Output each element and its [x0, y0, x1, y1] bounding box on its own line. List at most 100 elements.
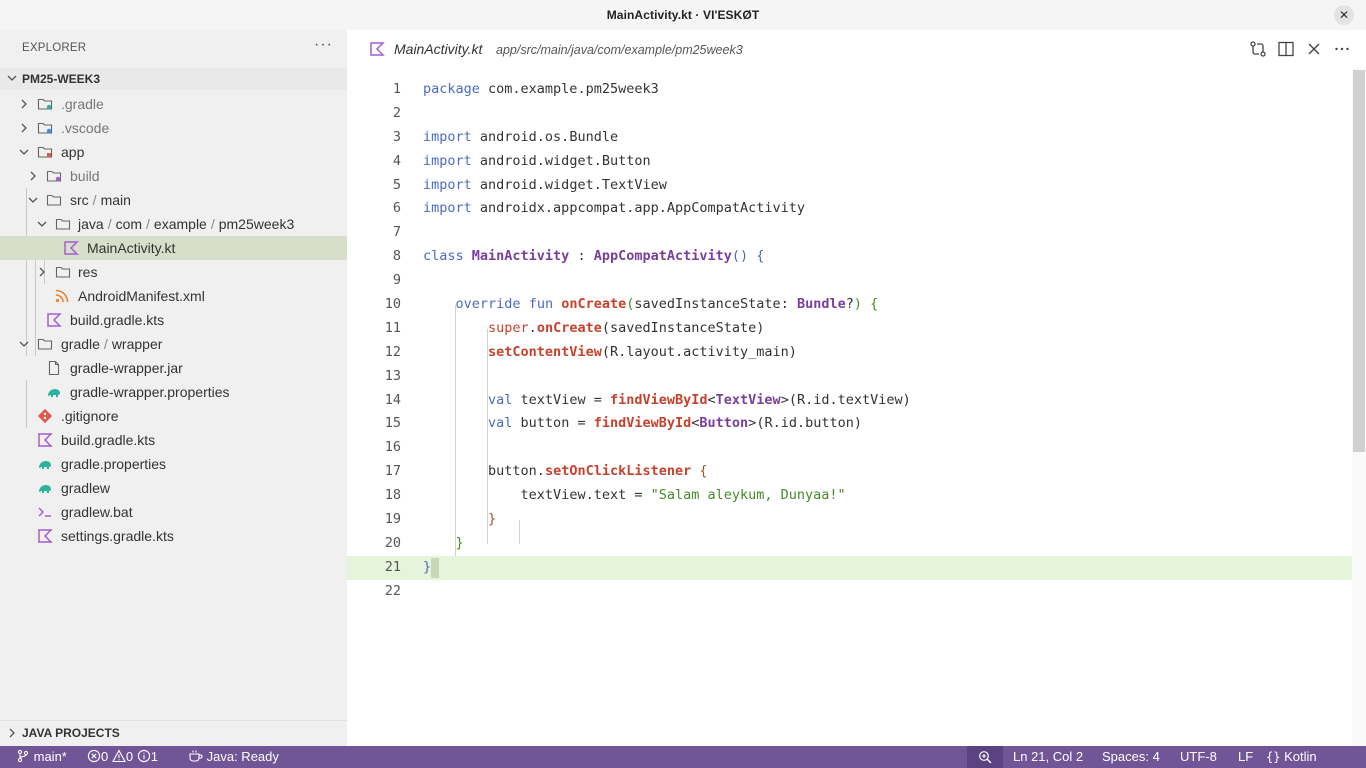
- code-line: 18 textView.text = "Salam aleykum, Dunya…: [384, 487, 846, 504]
- folder-app-icon: [37, 146, 53, 158]
- tree-item-settings-gradle[interactable]: settings.gradle.kts: [0, 524, 347, 548]
- tree-item-app-build-gradle[interactable]: build.gradle.kts: [0, 308, 347, 332]
- chevron-right-icon: [21, 99, 27, 109]
- tree-item-gitignore[interactable]: .gitignore: [0, 404, 347, 428]
- info-icon: [137, 749, 150, 763]
- tree-item-root-build-gradle[interactable]: build.gradle.kts: [0, 428, 347, 452]
- tab-file-name[interactable]: MainActivity.kt: [394, 41, 482, 57]
- language-mode[interactable]: {} Kotlin: [1266, 749, 1317, 764]
- tree-item-mainactivity-file[interactable]: MainActivity.kt: [0, 236, 347, 260]
- tree-item-label: gradle.properties: [61, 456, 167, 472]
- chevron-down-icon: [19, 341, 29, 347]
- chevron-right-icon: [9, 728, 15, 738]
- close-icon[interactable]: [1305, 40, 1323, 58]
- more-actions-icon[interactable]: [1333, 40, 1351, 58]
- tree-item-label: gradle / wrapper: [61, 336, 163, 352]
- zoom-button[interactable]: [967, 746, 1003, 768]
- braces-icon: {}: [1266, 750, 1281, 764]
- tab-file-path: app/src/main/java/com/example/pm25week3: [496, 43, 743, 57]
- chevron-right-icon: [30, 171, 36, 181]
- tree-item-manifest-file[interactable]: AndroidManifest.xml: [0, 284, 347, 308]
- tree-item-label: .gradle: [61, 96, 104, 112]
- tree-item-wrapper-properties[interactable]: gradle-wrapper.properties: [0, 380, 347, 404]
- project-section-header[interactable]: PM25-WEEK3: [0, 68, 347, 90]
- coffee-cup-icon: [189, 750, 203, 762]
- problems-status[interactable]: 0 0 1: [87, 749, 158, 764]
- cursor-position[interactable]: Ln 21, Col 2: [1013, 749, 1083, 764]
- file-tree: .gradle .vscode app build src / main jav…: [0, 92, 347, 548]
- code-line-current: 21}: [347, 555, 1352, 580]
- tree-item-gradlew[interactable]: gradlew: [0, 476, 347, 500]
- git-branch-icon: [17, 749, 29, 763]
- tree-item-package-folder[interactable]: java / com / example / pm25week3: [0, 212, 347, 236]
- kotlin-file-icon: [64, 241, 79, 255]
- tree-item-gradle-folder[interactable]: .gradle: [0, 92, 347, 116]
- git-icon: [37, 408, 53, 424]
- tree-item-gradlew-bat[interactable]: gradlew.bat: [0, 500, 347, 524]
- more-actions-icon[interactable]: ···: [314, 36, 333, 54]
- eol-status[interactable]: LF: [1238, 749, 1253, 764]
- tree-item-label: app: [61, 144, 85, 160]
- tree-item-build-folder[interactable]: build: [0, 164, 347, 188]
- tree-item-label: src / main: [70, 192, 131, 208]
- tree-item-label: build.gradle.kts: [70, 312, 165, 328]
- java-projects-section[interactable]: JAVA PROJECTS: [0, 720, 347, 744]
- tree-item-gradle-properties[interactable]: gradle.properties: [0, 452, 347, 476]
- tree-item-label: .gitignore: [61, 408, 119, 424]
- tree-item-wrapper-jar[interactable]: gradle-wrapper.jar: [0, 356, 347, 380]
- tree-item-src-main-folder[interactable]: src / main: [0, 188, 347, 212]
- chevron-right-icon: [21, 123, 27, 133]
- tree-item-app-folder[interactable]: app: [0, 140, 347, 164]
- chevron-down-icon: [37, 221, 47, 227]
- gradle-elephant-icon: [39, 485, 51, 493]
- tree-item-label: build: [70, 168, 100, 184]
- tree-item-label: gradlew.bat: [61, 504, 133, 520]
- close-icon: ✕: [1338, 8, 1350, 22]
- code-line: 11 super.onCreate(savedInstanceState): [384, 319, 765, 336]
- folder-build-icon: [46, 170, 62, 182]
- folder-icon: [55, 266, 71, 278]
- code-line: 22: [384, 582, 401, 599]
- split-editor-icon[interactable]: [1277, 40, 1295, 58]
- zoom-icon: [979, 751, 992, 764]
- java-projects-label: JAVA PROJECTS: [22, 726, 120, 740]
- chevron-down-icon: [7, 75, 17, 81]
- chevron-down-icon: [19, 149, 29, 155]
- code-line: 20 }: [384, 534, 464, 551]
- code-line: 16: [384, 439, 401, 456]
- close-window-button[interactable]: ✕: [1334, 5, 1354, 25]
- editor-tab-bar: MainActivity.kt app/src/main/java/com/ex…: [347, 30, 1366, 68]
- code-line: 7: [392, 224, 401, 241]
- window-title: MainActivity.kt · VI'ESKØT: [606, 8, 760, 22]
- folder-vscode-icon: [37, 122, 53, 134]
- branch-status[interactable]: main*: [16, 749, 67, 764]
- kotlin-file-icon: [38, 433, 53, 447]
- error-icon: [87, 749, 101, 763]
- code-line: 5 import android.widget.TextView: [392, 176, 667, 193]
- code-area[interactable]: 1 package com.example.pm25week3 2 3 import…: [347, 78, 1352, 604]
- scrollbar-thumb[interactable]: [1353, 70, 1365, 452]
- open-changes-icon[interactable]: [1249, 40, 1267, 58]
- chevron-right-icon: [39, 267, 45, 277]
- indentation-status[interactable]: Spaces: 4: [1102, 749, 1160, 764]
- tree-item-label: java / com / example / pm25week3: [78, 216, 295, 232]
- tree-item-label: MainActivity.kt: [87, 240, 176, 256]
- code-line: 14 val textView = findViewById<TextView>…: [384, 391, 911, 408]
- file-icon: [48, 360, 60, 376]
- encoding-status[interactable]: UTF-8: [1180, 749, 1217, 764]
- code-line: 10 override fun onCreate(savedInstanceSt…: [384, 296, 879, 313]
- code-line: 15 val button = findViewById<Button>(R.i…: [384, 415, 862, 432]
- vscode-window: MainActivity.kt · VI'ESKØT ✕ EXPLORER ··…: [0, 0, 1366, 768]
- code-line: 6 import androidx.appcompat.app.AppCompat…: [392, 200, 806, 217]
- editor-scrollbar[interactable]: [1352, 68, 1366, 746]
- java-status[interactable]: Java: Ready: [188, 749, 279, 764]
- tree-item-res-folder[interactable]: res: [0, 260, 347, 284]
- project-name: PM25-WEEK3: [22, 72, 101, 86]
- tree-item-label: gradle-wrapper.jar: [70, 360, 183, 376]
- tree-item-label: res: [78, 264, 98, 280]
- tree-item-gradle-wrapper-folder[interactable]: gradle / wrapper: [0, 332, 347, 356]
- text-cursor: [431, 557, 439, 578]
- tree-item-vscode-folder[interactable]: .vscode: [0, 116, 347, 140]
- code-line: 1 package com.example.pm25week3: [392, 81, 659, 97]
- code-line: 8 class MainActivity : AppCompatActivity(…: [392, 248, 765, 265]
